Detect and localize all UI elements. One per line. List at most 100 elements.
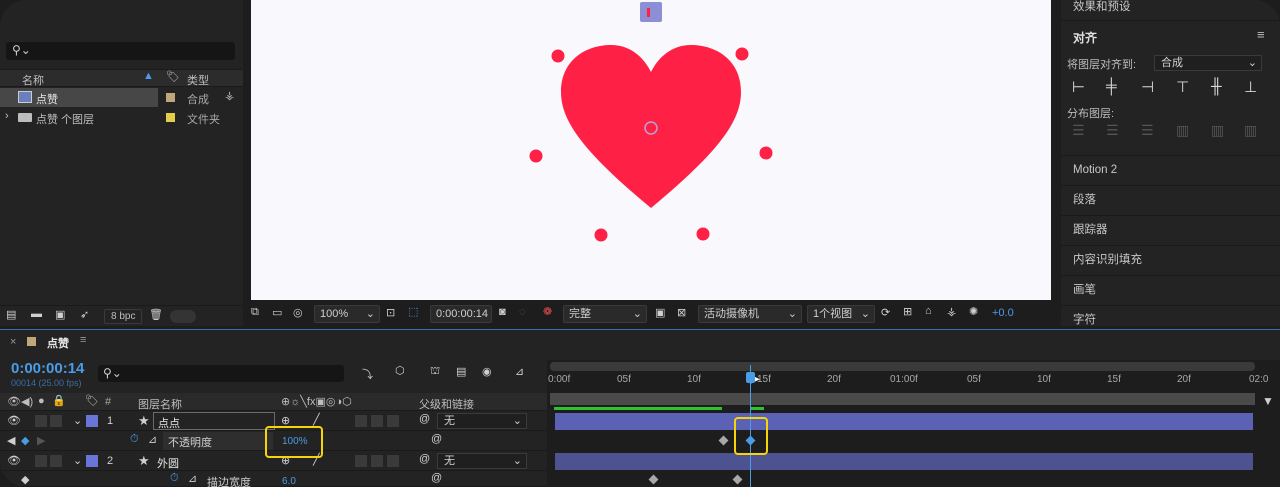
panel-motion2[interactable]: Motion 2 (1061, 155, 1280, 184)
layer-label-swatch[interactable] (86, 415, 98, 427)
align-horizontal-center-icon[interactable]: ╪ (1106, 78, 1117, 95)
chevron-down-icon[interactable]: ⌄ (73, 414, 82, 427)
layer-1-duration-bar[interactable] (555, 413, 1253, 430)
flowchart-icon[interactable]: ⚶ (947, 305, 956, 318)
timeline-link-icon[interactable]: ⊞ (903, 305, 912, 318)
graph-editor-icon[interactable]: ⊿ (515, 365, 524, 378)
prev-keyframe-icon[interactable]: ◀ (7, 434, 15, 447)
frame-blending-icon[interactable]: ▤ (456, 365, 466, 378)
effects-presets-panel[interactable]: 效果和预设 (1061, 0, 1280, 16)
snapshot-icon[interactable]: ◙ (499, 306, 506, 318)
next-keyframe-icon[interactable]: ▶ (37, 434, 45, 447)
exposure-value[interactable]: +0.0 (992, 307, 1014, 319)
comp-mini-flowchart-icon[interactable]: ⤵ (362, 366, 373, 382)
column-name-label[interactable]: 名称 (22, 72, 44, 88)
close-tab-icon[interactable]: × (10, 336, 16, 348)
stopwatch-icon[interactable]: ⏱ (130, 433, 139, 446)
new-composition-icon[interactable]: ▣ (55, 308, 65, 321)
label-color-swatch[interactable] (166, 113, 175, 122)
chevron-down-icon[interactable]: ⌄ (73, 454, 82, 467)
timeline-search-input[interactable]: ⚲⌄ (98, 365, 344, 382)
label-tag-icon[interactable]: 🏷 (85, 394, 99, 407)
time-ruler[interactable]: 0:00f 05f 10f 15f 20f 01:00f 05f 10f 15f… (547, 372, 1280, 392)
chevron-right-icon[interactable]: › (5, 110, 9, 122)
project-search-input[interactable]: ⚲⌄ (6, 42, 235, 60)
keyframe-diamond-icon[interactable]: ◆ (21, 434, 29, 447)
trash-icon[interactable]: 🗑 (149, 308, 163, 321)
lock-toggle[interactable] (50, 415, 62, 427)
switches-header-icon[interactable]: ⊕☼╲fx▣◎◑⬡ (281, 395, 352, 408)
layer-label-swatch[interactable] (86, 455, 98, 467)
tab-menu-icon[interactable]: ≡ (80, 334, 86, 346)
graph-icon[interactable]: ⊿ (188, 472, 197, 485)
draft-3d-icon[interactable]: ⬡ (395, 364, 405, 377)
label-tag-icon[interactable]: 🏷 (166, 70, 180, 83)
pickwhip-icon[interactable]: @ (419, 453, 430, 465)
flow-toggle[interactable] (170, 310, 196, 323)
bpc-button[interactable]: 8 bpc (104, 309, 142, 324)
panel-menu-icon[interactable]: ≡ (1257, 27, 1265, 42)
panel-tracker[interactable]: 跟踪器 (1061, 215, 1280, 244)
solo-toggle[interactable] (35, 415, 47, 427)
toggle-transparency-icon[interactable]: ⊠ (677, 306, 686, 319)
timeline-end-handle[interactable]: ▼ (1262, 394, 1274, 408)
align-vertical-center-icon[interactable]: ╫ (1211, 78, 1222, 95)
panel-brushes[interactable]: 画笔 (1061, 275, 1280, 304)
switch-slot[interactable] (355, 415, 367, 427)
column-type-label[interactable]: 类型 (187, 72, 209, 88)
fast-previews-icon[interactable]: ▣ (655, 306, 665, 319)
distribute-right-icon[interactable]: ▥ (1244, 122, 1257, 139)
keyframe-diamond-icon[interactable]: ◆ (21, 473, 29, 486)
transparency-grid-icon[interactable]: ⬚ (408, 305, 418, 318)
property-row-stroke-width[interactable]: ◆ ⏱ ⊿ 描边宽度 6.0 @ (0, 472, 547, 487)
monitor-icon[interactable]: ▭ (272, 306, 282, 319)
current-time-display[interactable]: 0:00:00:14 (430, 305, 492, 323)
sort-ascending-icon[interactable]: ▲ (143, 70, 154, 82)
video-eye-icon[interactable]: 👁 (7, 454, 21, 467)
mask-icon[interactable]: ◎ (293, 306, 303, 319)
timeline-comp-tab[interactable]: 点赞 (47, 335, 69, 351)
lock-toggle[interactable] (50, 455, 62, 467)
views-dropdown[interactable]: 1个视图 ⌄ (807, 305, 875, 323)
stopwatch-icon[interactable]: ⏱ (170, 472, 179, 485)
pickwhip-icon[interactable]: @ (419, 413, 430, 425)
switch-slot[interactable] (371, 455, 383, 467)
timeline-timecode[interactable]: 0:00:00:14 (11, 360, 84, 377)
shy-layers-icon[interactable]: ⛫ (430, 365, 440, 379)
distribute-hcenter-icon[interactable]: ▥ (1211, 122, 1224, 139)
distribute-bottom-icon[interactable]: ☰ (1141, 122, 1154, 139)
project-item-comp[interactable]: 点赞 合成 ⚶ (0, 88, 243, 107)
parent-dropdown[interactable]: 无 ⌄ (437, 453, 527, 469)
camera-dropdown[interactable]: 活动摄像机 ⌄ (698, 305, 802, 323)
graph-icon[interactable]: ⊿ (148, 433, 157, 446)
always-preview-icon[interactable]: ⧉ (251, 306, 259, 319)
align-bottom-icon[interactable]: ⊥ (1244, 78, 1257, 96)
panel-character[interactable]: 字符 (1061, 305, 1280, 326)
render-icon[interactable]: ➶ (80, 308, 89, 321)
expression-pickwhip-icon[interactable]: @ (431, 433, 442, 445)
current-time-indicator-head[interactable] (746, 372, 755, 383)
switch-slot[interactable] (355, 455, 367, 467)
label-color-swatch[interactable] (166, 93, 175, 102)
solo-toggle[interactable] (35, 455, 47, 467)
panel-paragraph[interactable]: 段落 (1061, 185, 1280, 214)
project-item-folder[interactable]: › 点赞 个图层 文件夹 (0, 108, 243, 127)
color-channels-icon[interactable]: ❁ (543, 305, 552, 318)
distribute-left-icon[interactable]: ▥ (1176, 122, 1189, 139)
layer-2-duration-bar[interactable] (555, 453, 1253, 470)
align-top-icon[interactable]: ⊤ (1176, 78, 1189, 96)
parent-header[interactable]: 父级和链接 (419, 396, 474, 412)
layer-name-header[interactable]: 图层名称 (138, 396, 182, 412)
quality-switch-icon[interactable]: ╱ (313, 413, 320, 426)
switch-slot[interactable] (387, 415, 399, 427)
comp-flowchart-icon[interactable]: ⌂ (925, 305, 932, 317)
layer-name-field[interactable]: 点点 (153, 412, 275, 430)
parent-dropdown[interactable]: 无 ⌄ (437, 413, 527, 429)
video-eye-icon[interactable]: 👁 (7, 395, 21, 408)
switch-slot[interactable] (387, 455, 399, 467)
distribute-top-icon[interactable]: ☰ (1072, 122, 1085, 139)
region-of-interest-icon[interactable]: ⊡ (386, 306, 395, 319)
align-right-icon[interactable]: ⊣ (1141, 78, 1154, 96)
video-eye-icon[interactable]: 👁 (7, 414, 21, 427)
solo-icon[interactable]: ● (38, 395, 45, 407)
